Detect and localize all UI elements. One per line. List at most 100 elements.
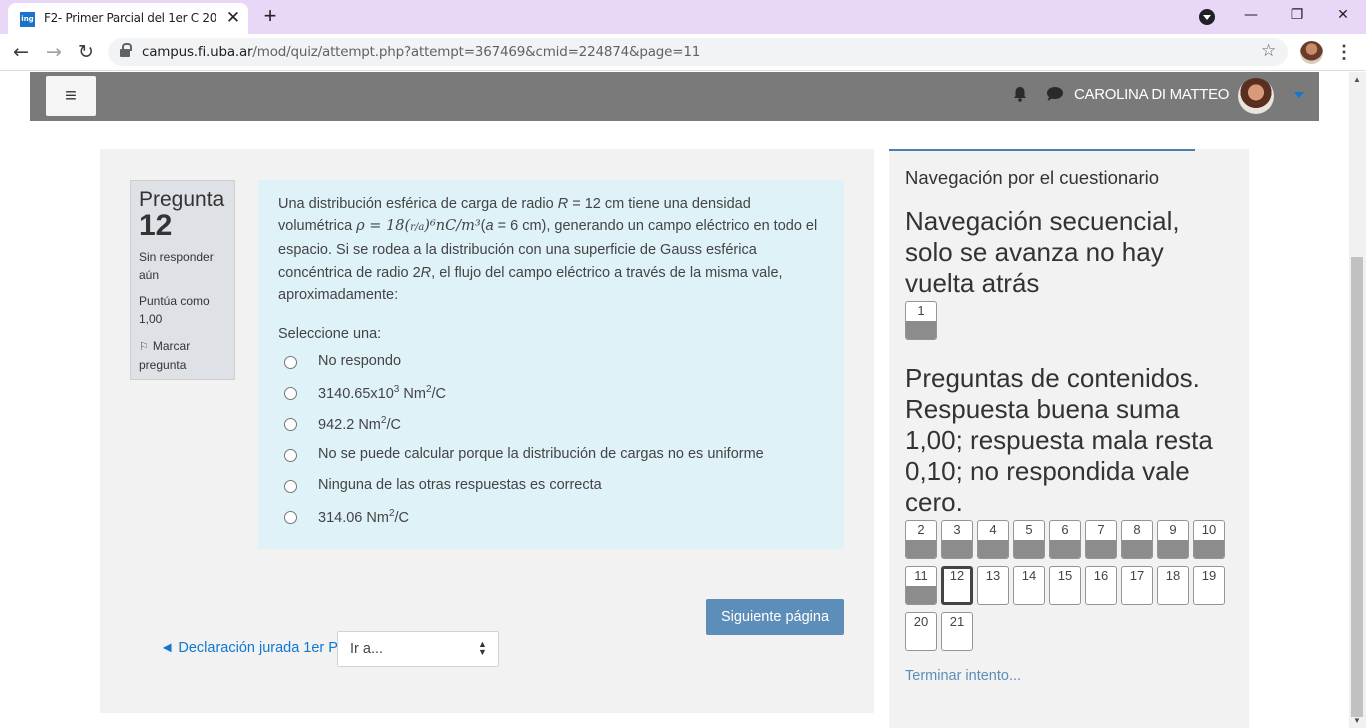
formula-part: ρ = 18(: [356, 218, 411, 235]
lock-icon[interactable]: [120, 43, 132, 57]
quiz-nav-button-number: 13: [985, 568, 1001, 583]
quiz-nav-title: Navegación por el cuestionario: [905, 167, 1160, 188]
density-formula: ρ = 18(r/a)⁶nC/m³: [356, 218, 480, 234]
quiz-nav-button-20[interactable]: 20: [905, 612, 937, 651]
previous-activity-link[interactable]: ◄ Declaración jurada 1er P: [160, 640, 340, 656]
answer-label[interactable]: No se puede calcular porque la distribuc…: [318, 446, 764, 462]
quiz-nav-button-number: 11: [914, 568, 928, 583]
question-grade: Puntúa como 1,00: [139, 294, 210, 326]
quiz-nav-button-18[interactable]: 18: [1157, 566, 1189, 605]
minimize-button[interactable]: —: [1228, 2, 1274, 28]
quiz-nav-button-number: 7: [1097, 522, 1105, 537]
question-info-panel: Pregunta 12 Sin responder aún Puntúa com…: [130, 180, 235, 380]
tab-title: F2- Primer Parcial del 1er C 2021: [44, 11, 216, 25]
browser-menu-icon[interactable]: ⋮: [1334, 39, 1354, 65]
answered-fill: [1194, 540, 1224, 558]
answer-radio[interactable]: [284, 387, 297, 400]
quiz-nav-button-number: 6: [1061, 522, 1069, 537]
answer-label[interactable]: 314.06 Nm2/C: [318, 508, 409, 526]
reload-button[interactable]: ↻: [73, 39, 99, 65]
browser-toolbar: ← → ↻ campus.fi.uba.ar/mod/quiz/attempt.…: [0, 34, 1366, 71]
site-favicon-icon: ing: [20, 12, 35, 27]
quiz-nav-button-5[interactable]: 5: [1013, 520, 1045, 559]
user-avatar[interactable]: [1238, 78, 1274, 114]
quiz-nav-button-13[interactable]: 13: [977, 566, 1009, 605]
quiz-nav-button-15[interactable]: 15: [1049, 566, 1081, 605]
jump-to-select[interactable]: Ir a... ▲ ▼: [337, 631, 499, 667]
quiz-nav-button-14[interactable]: 14: [1013, 566, 1045, 605]
answer-radio[interactable]: [284, 449, 297, 462]
quiz-navigation-block: Navegación por el cuestionario Navegació…: [889, 149, 1249, 728]
quiz-nav-button-1[interactable]: 1: [905, 301, 937, 340]
answer-unit: /C: [386, 416, 401, 433]
answer-radio[interactable]: [284, 511, 297, 524]
quiz-nav-button-17[interactable]: 17: [1121, 566, 1153, 605]
quiz-nav-button-2[interactable]: 2: [905, 520, 937, 559]
tab-close-icon[interactable]: ✕: [223, 8, 243, 28]
url-host: campus.fi.uba.ar: [142, 44, 253, 60]
quiz-nav-button-19[interactable]: 19: [1193, 566, 1225, 605]
answer-unit: /C: [394, 509, 410, 526]
page-scrollbar[interactable]: ▲ ▼: [1349, 72, 1366, 728]
quiz-nav-button-number: 17: [1129, 568, 1145, 583]
answer-unit: /C: [431, 385, 447, 402]
quiz-nav-button-11[interactable]: 11: [905, 566, 937, 605]
quiz-nav-button-9[interactable]: 9: [1157, 520, 1189, 559]
section-heading-contents: Preguntas de contenidos. Respuesta buena…: [905, 363, 1213, 517]
answer-radio[interactable]: [284, 418, 297, 431]
tab-search-icon[interactable]: [1199, 9, 1215, 25]
profile-avatar[interactable]: [1300, 41, 1323, 64]
bookmark-star-icon[interactable]: ☆: [1261, 41, 1276, 61]
flag-question-link[interactable]: ⚐ Marcar pregunta: [139, 337, 231, 374]
user-menu-caret-icon[interactable]: [1294, 92, 1304, 98]
quiz-nav-button-8[interactable]: 8: [1121, 520, 1153, 559]
messages-chat-icon[interactable]: [1046, 86, 1064, 104]
jump-to-value: Ir a...: [350, 641, 384, 657]
answer-label[interactable]: 3140.65x103 Nm2/C: [318, 384, 446, 402]
scroll-up-icon[interactable]: ▲: [1353, 75, 1361, 84]
finish-attempt-link[interactable]: Terminar intento...: [905, 668, 1021, 684]
section-heading-sequential: Navegación secuencial, solo se avanza no…: [905, 206, 1180, 298]
restore-button[interactable]: ❐: [1274, 2, 1320, 28]
browser-tab[interactable]: ing F2- Primer Parcial del 1er C 2021 ✕: [8, 3, 248, 34]
quiz-nav-button-16[interactable]: 16: [1085, 566, 1117, 605]
formula-part: )⁶nC/m³: [424, 218, 481, 235]
url-path: /mod/quiz/attempt.php?attempt=367469&cmi…: [252, 44, 701, 60]
quiz-nav-button-7[interactable]: 7: [1085, 520, 1117, 559]
quiz-nav-button-number: 14: [1021, 568, 1037, 583]
quiz-nav-button-3[interactable]: 3: [941, 520, 973, 559]
back-button[interactable]: ←: [8, 39, 34, 65]
address-bar[interactable]: campus.fi.uba.ar/mod/quiz/attempt.php?at…: [108, 38, 1288, 66]
quiz-nav-button-21[interactable]: 21: [941, 612, 973, 651]
question-number: 12: [139, 209, 173, 242]
quiz-nav-button-4[interactable]: 4: [977, 520, 1009, 559]
quiz-nav-button-number: 1: [917, 303, 925, 318]
scrollbar-thumb[interactable]: [1351, 257, 1363, 717]
quiz-nav-button-10[interactable]: 10: [1193, 520, 1225, 559]
window-close-button[interactable]: ✕: [1320, 2, 1366, 28]
scroll-down-icon[interactable]: ▼: [1353, 716, 1361, 725]
page-viewport: ≡ CAROLINA DI MATTEO Pregunta 12 Sin res…: [0, 72, 1349, 728]
answer-radio[interactable]: [284, 356, 297, 369]
next-page-button[interactable]: Siguiente página: [706, 599, 844, 635]
flag-icon: ⚐: [139, 341, 149, 353]
answer-label[interactable]: 942.2 Nm2/C: [318, 415, 401, 433]
url-text[interactable]: campus.fi.uba.ar/mod/quiz/attempt.php?at…: [142, 44, 700, 60]
quiz-nav-button-number: 19: [1201, 568, 1217, 583]
quiz-nav-button-6[interactable]: 6: [1049, 520, 1081, 559]
answer-label[interactable]: No respondo: [318, 353, 401, 369]
answer-radio[interactable]: [284, 480, 297, 493]
quiz-nav-button-number: 5: [1025, 522, 1033, 537]
notifications-bell-icon[interactable]: [1013, 86, 1027, 104]
quiz-nav-button-12[interactable]: 12: [941, 566, 973, 605]
main-region: Pregunta 12 Sin responder aún Puntúa com…: [100, 149, 874, 713]
answered-fill: [906, 540, 936, 558]
new-tab-button[interactable]: +: [258, 3, 282, 29]
drawer-toggle-button[interactable]: ≡: [46, 76, 96, 116]
user-name[interactable]: CAROLINA DI MATTEO: [1074, 86, 1229, 103]
question-content: Una distribución esférica de carga de ra…: [258, 180, 844, 549]
answer-label[interactable]: Ninguna de las otras respuestas es corre…: [318, 477, 602, 493]
answered-fill: [906, 586, 936, 604]
qtext-var: R: [557, 196, 569, 212]
forward-button[interactable]: →: [41, 39, 67, 65]
